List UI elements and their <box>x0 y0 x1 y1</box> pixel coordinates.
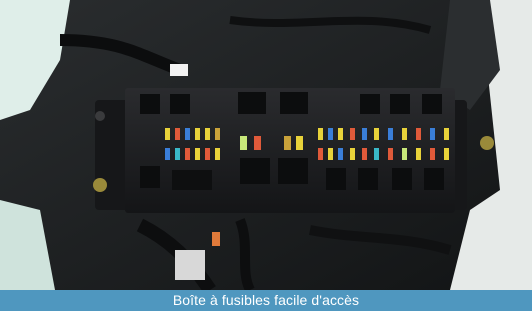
connector-white <box>175 250 205 280</box>
mount-bolt-left <box>93 178 107 192</box>
mount-bolt-right <box>480 136 494 150</box>
caption-text: Boîte à fusibles facile d'accès <box>172 292 360 308</box>
image-frame: Boîte à fusibles facile d'accès <box>0 0 532 311</box>
caption-bar: Boîte à fusibles facile d'accès <box>0 290 532 311</box>
fuse-box <box>93 88 494 213</box>
white-clip <box>170 64 188 76</box>
engine-bay-photo <box>0 0 532 290</box>
